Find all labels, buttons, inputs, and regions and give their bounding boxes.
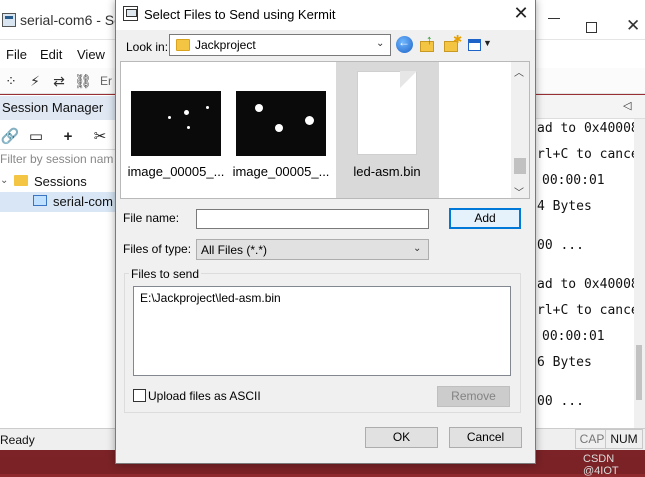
look-in-label: Look in:: [126, 40, 168, 54]
terminal-line: 00 ...: [537, 394, 584, 409]
reconnect-icon[interactable]: ⇄: [50, 72, 68, 90]
up-arrow-icon: ↑: [426, 32, 433, 47]
image-dot: [184, 110, 189, 115]
chevron-down-icon[interactable]: ⌄: [0, 175, 8, 186]
upload-ascii-label[interactable]: Upload files as ASCII: [148, 389, 261, 403]
terminal-line: 00 ...: [537, 238, 584, 253]
file-name-field-label: File name:: [123, 211, 180, 225]
close-icon[interactable]: ✕: [512, 3, 530, 24]
terminal-line: ad to 0x40008: [537, 121, 639, 136]
image-dot: [187, 126, 190, 129]
folder-icon: [14, 175, 28, 186]
terminal-line: 4 Bytes: [537, 199, 592, 214]
background-window-title: serial-com6 - Se: [20, 12, 122, 28]
status-cap: CAP: [575, 429, 609, 449]
image-dot: [206, 106, 209, 109]
session-manager-header: Session Manager: [0, 96, 118, 120]
terminal-line: 00:00:01: [542, 329, 605, 344]
file-name-label[interactable]: led-asm.bin: [337, 164, 437, 179]
files-of-type-value: All Files (*.*): [201, 243, 268, 257]
close-window-icon[interactable]: ✕: [626, 16, 640, 36]
look-in-value: Jackproject: [195, 38, 256, 52]
terminal-line: ad to 0x40008: [537, 277, 639, 292]
toolbar-trailing-text: Er: [100, 74, 112, 88]
chevron-up-icon[interactable]: ︿: [514, 64, 524, 79]
terminal-line: 00:00:01: [542, 173, 605, 188]
app-icon: [2, 13, 16, 27]
list-item[interactable]: E:\Jackproject\led-asm.bin: [140, 291, 281, 305]
terminal-area[interactable]: [535, 95, 645, 428]
image-dot: [255, 104, 263, 112]
terminal-line: 6 Bytes: [537, 355, 592, 370]
menu-file[interactable]: File: [6, 47, 27, 62]
minimize-icon[interactable]: [548, 18, 560, 19]
lightning-icon[interactable]: ⚡: [26, 72, 44, 90]
dialog-app-icon: [123, 6, 138, 21]
session-filter-input[interactable]: Filter by session nam: [0, 152, 113, 166]
chevron-down-icon[interactable]: ⌄: [376, 38, 384, 49]
file-view-scrollbar[interactable]: [511, 62, 529, 198]
remove-button[interactable]: Remove: [437, 386, 510, 407]
folder-icon: [176, 39, 190, 51]
file-thumbnail-image[interactable]: [131, 91, 221, 156]
file-thumbnail-image[interactable]: [236, 91, 326, 156]
terminal-line: rl+C to cance: [537, 303, 639, 318]
view-grid-icon: [468, 39, 481, 51]
chevron-down-icon[interactable]: ﹀: [514, 184, 524, 199]
file-name-input[interactable]: [196, 209, 429, 229]
connect-icon[interactable]: ⁘: [2, 72, 20, 90]
cancel-button[interactable]: Cancel: [449, 427, 522, 448]
status-num: NUM: [605, 429, 643, 449]
disconnect-icon[interactable]: ⛓: [74, 72, 92, 90]
chevron-down-icon[interactable]: ⌄: [413, 243, 421, 254]
tab-icon[interactable]: ▭: [26, 127, 46, 147]
terminal-scroll-thumb[interactable]: [636, 345, 642, 400]
session-item-label: serial-com: [53, 194, 113, 209]
status-text: Ready: [0, 433, 35, 447]
files-to-send-label: Files to send: [129, 267, 202, 281]
file-name-label[interactable]: image_00005_...: [231, 164, 331, 179]
chevron-left-icon[interactable]: ◁: [623, 99, 631, 112]
menu-view[interactable]: View: [77, 47, 105, 62]
menu-edit[interactable]: Edit: [40, 47, 62, 62]
add-button[interactable]: Add: [449, 208, 521, 229]
upload-ascii-checkbox[interactable]: [133, 389, 146, 402]
file-view-scroll-thumb[interactable]: [514, 158, 526, 174]
file-name-label[interactable]: image_00005_...: [126, 164, 226, 179]
look-in-label-text: Look in:: [126, 40, 169, 54]
document-fold: [400, 71, 417, 88]
image-dot: [305, 116, 314, 125]
cut-icon[interactable]: ✂: [90, 127, 110, 147]
image-dot: [168, 116, 171, 119]
sparkle-icon: ✱: [453, 34, 463, 46]
back-icon[interactable]: [396, 35, 413, 53]
add-session-icon[interactable]: +: [58, 127, 78, 147]
monitor-icon: [33, 195, 47, 206]
link-icon[interactable]: 🔗: [0, 127, 20, 147]
dialog-title: Select Files to Send using Kermit: [144, 7, 336, 22]
session-folder-label: Sessions: [34, 174, 87, 189]
ok-button[interactable]: OK: [365, 427, 438, 448]
watermark: CSDN @4IOT: [583, 453, 619, 477]
terminal-line: rl+C to cance: [537, 147, 639, 162]
maximize-icon[interactable]: [586, 22, 597, 33]
chevron-down-icon: ▼: [483, 38, 492, 48]
files-of-type-label: Files of type:: [123, 242, 192, 256]
image-dot: [275, 124, 283, 132]
